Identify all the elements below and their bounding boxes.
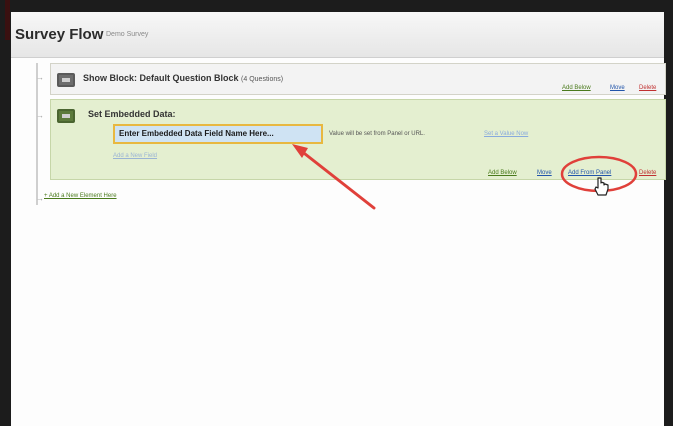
embedded-data-icon [57,109,75,123]
page-header: Survey Flow Demo Survey [11,12,664,58]
show-block-title: Show Block: Default Question Block (4 Qu… [83,73,284,83]
flow-arrow-icon: → [36,194,44,203]
flow-arrow-icon: → [36,111,44,120]
delete-link[interactable]: Delete [639,170,656,176]
flow-arrow-icon: → [36,73,44,82]
flow-connector [36,63,38,205]
move-link[interactable]: Move [537,170,552,176]
add-from-panel-link[interactable]: Add From Panel [568,170,611,176]
set-value-link[interactable]: Set a Value Now [484,131,528,137]
add-field-link[interactable]: Add a New Field [113,153,157,159]
move-link[interactable]: Move [610,85,625,91]
embedded-data-title: Set Embedded Data: [88,109,176,119]
add-element-link[interactable]: + Add a New Element Here [44,193,117,199]
page-title: Survey Flow [15,26,104,43]
add-below-link[interactable]: Add Below [488,170,517,176]
embedded-data-block[interactable]: Set Embedded Data: Enter Embedded Data F… [50,99,666,180]
window-frame-accent [5,0,10,40]
block-icon [57,73,75,87]
value-note: Value will be set from Panel or URL. [329,131,425,137]
add-below-link[interactable]: Add Below [562,85,591,91]
question-count: (4 Questions) [241,76,284,83]
window-frame-top [0,0,673,12]
window-frame-left [0,0,11,426]
embedded-field-input[interactable]: Enter Embedded Data Field Name Here... [113,124,323,144]
delete-link[interactable]: Delete [639,85,656,91]
survey-name: Demo Survey [106,31,149,38]
show-block[interactable]: Show Block: Default Question Block (4 Qu… [50,63,666,95]
